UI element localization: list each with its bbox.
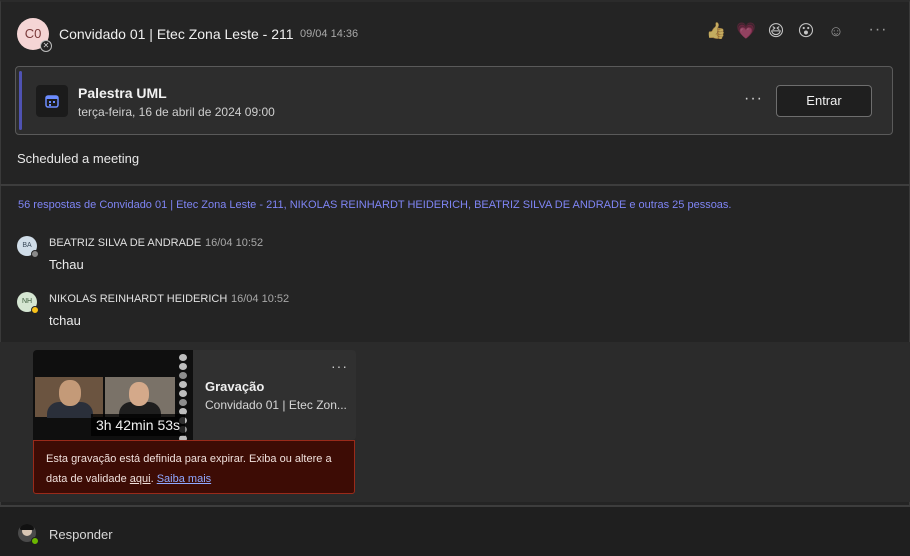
- presence-icon: [31, 537, 39, 545]
- post-header: C0 ✕ Convidado 01 | Etec Zona Leste - 21…: [0, 0, 910, 66]
- post-timestamp: 09/04 14:36: [300, 28, 359, 40]
- add-reaction-icon[interactable]: ☺: [826, 22, 846, 42]
- status-icon: [31, 306, 39, 314]
- reply-avatar[interactable]: BA: [17, 236, 39, 258]
- reaction-bar: 👍 💗 😆 😮 ☺: [706, 22, 846, 42]
- join-button[interactable]: Entrar: [776, 85, 872, 117]
- meeting-date: terça-feira, 16 de abril de 2024 09:00: [78, 105, 275, 119]
- recording-more-icon[interactable]: ···: [331, 359, 348, 373]
- meeting-more-icon[interactable]: ···: [744, 91, 763, 107]
- recording-card[interactable]: 3h 42min 53s Gravação Convidado 01 | Ete…: [33, 350, 356, 440]
- meeting-accent-bar: [19, 71, 22, 130]
- participant-figure: [59, 380, 81, 406]
- participant-figure: [129, 382, 149, 406]
- recording-duration: 3h 42min 53s: [91, 414, 185, 436]
- more-options-icon[interactable]: ···: [868, 22, 888, 38]
- scheduled-message: Scheduled a meeting: [17, 151, 140, 166]
- reply-author[interactable]: BEATRIZ SILVA DE ANDRADE: [49, 237, 201, 249]
- meeting-card[interactable]: Palestra UML terça-feira, 16 de abril de…: [15, 66, 893, 135]
- reply-author[interactable]: NIKOLAS REINHARDT HEIDERICH: [49, 293, 227, 305]
- meeting-title: Palestra UML: [78, 85, 167, 101]
- recording-owner: Convidado 01 | Etec Zon...: [205, 398, 347, 412]
- heart-icon[interactable]: 💗: [736, 22, 756, 42]
- laugh-icon[interactable]: 😆: [766, 22, 786, 42]
- replies-summary-link[interactable]: 56 respostas de Convidado 01 | Etec Zona…: [18, 199, 731, 211]
- recording-thumbnail[interactable]: 3h 42min 53s: [33, 350, 193, 440]
- reply-time: 16/04 10:52: [205, 237, 264, 249]
- divider: [0, 184, 910, 186]
- surprised-icon[interactable]: 😮: [796, 22, 816, 42]
- recording-title: Gravação: [205, 379, 265, 394]
- reply-bar[interactable]: [0, 507, 910, 556]
- reply-initials: NH: [21, 298, 33, 305]
- reply-button[interactable]: Responder: [49, 527, 113, 542]
- expiration-warning: Esta gravação está definida para expirar…: [33, 440, 355, 494]
- reply-text: Tchau: [49, 257, 84, 272]
- avatar-hair: [20, 524, 34, 530]
- author-name[interactable]: Convidado 01 | Etec Zona Leste - 211: [59, 26, 294, 42]
- calendar-icon: [36, 85, 68, 117]
- change-expiration-link[interactable]: aqui: [130, 473, 151, 485]
- reply-text: tchau: [49, 313, 81, 328]
- author-initials: C0: [24, 26, 42, 41]
- status-icon: [31, 250, 39, 258]
- warning-separator: .: [150, 473, 154, 485]
- reply-initials: BA: [22, 242, 32, 249]
- reply-time: 16/04 10:52: [231, 293, 290, 305]
- like-icon[interactable]: 👍: [706, 22, 726, 42]
- author-avatar[interactable]: C0 ✕: [17, 18, 52, 52]
- guest-status-icon: ✕: [40, 40, 52, 52]
- learn-more-link[interactable]: Saiba mais: [157, 473, 211, 485]
- reply-avatar[interactable]: NH: [17, 292, 39, 314]
